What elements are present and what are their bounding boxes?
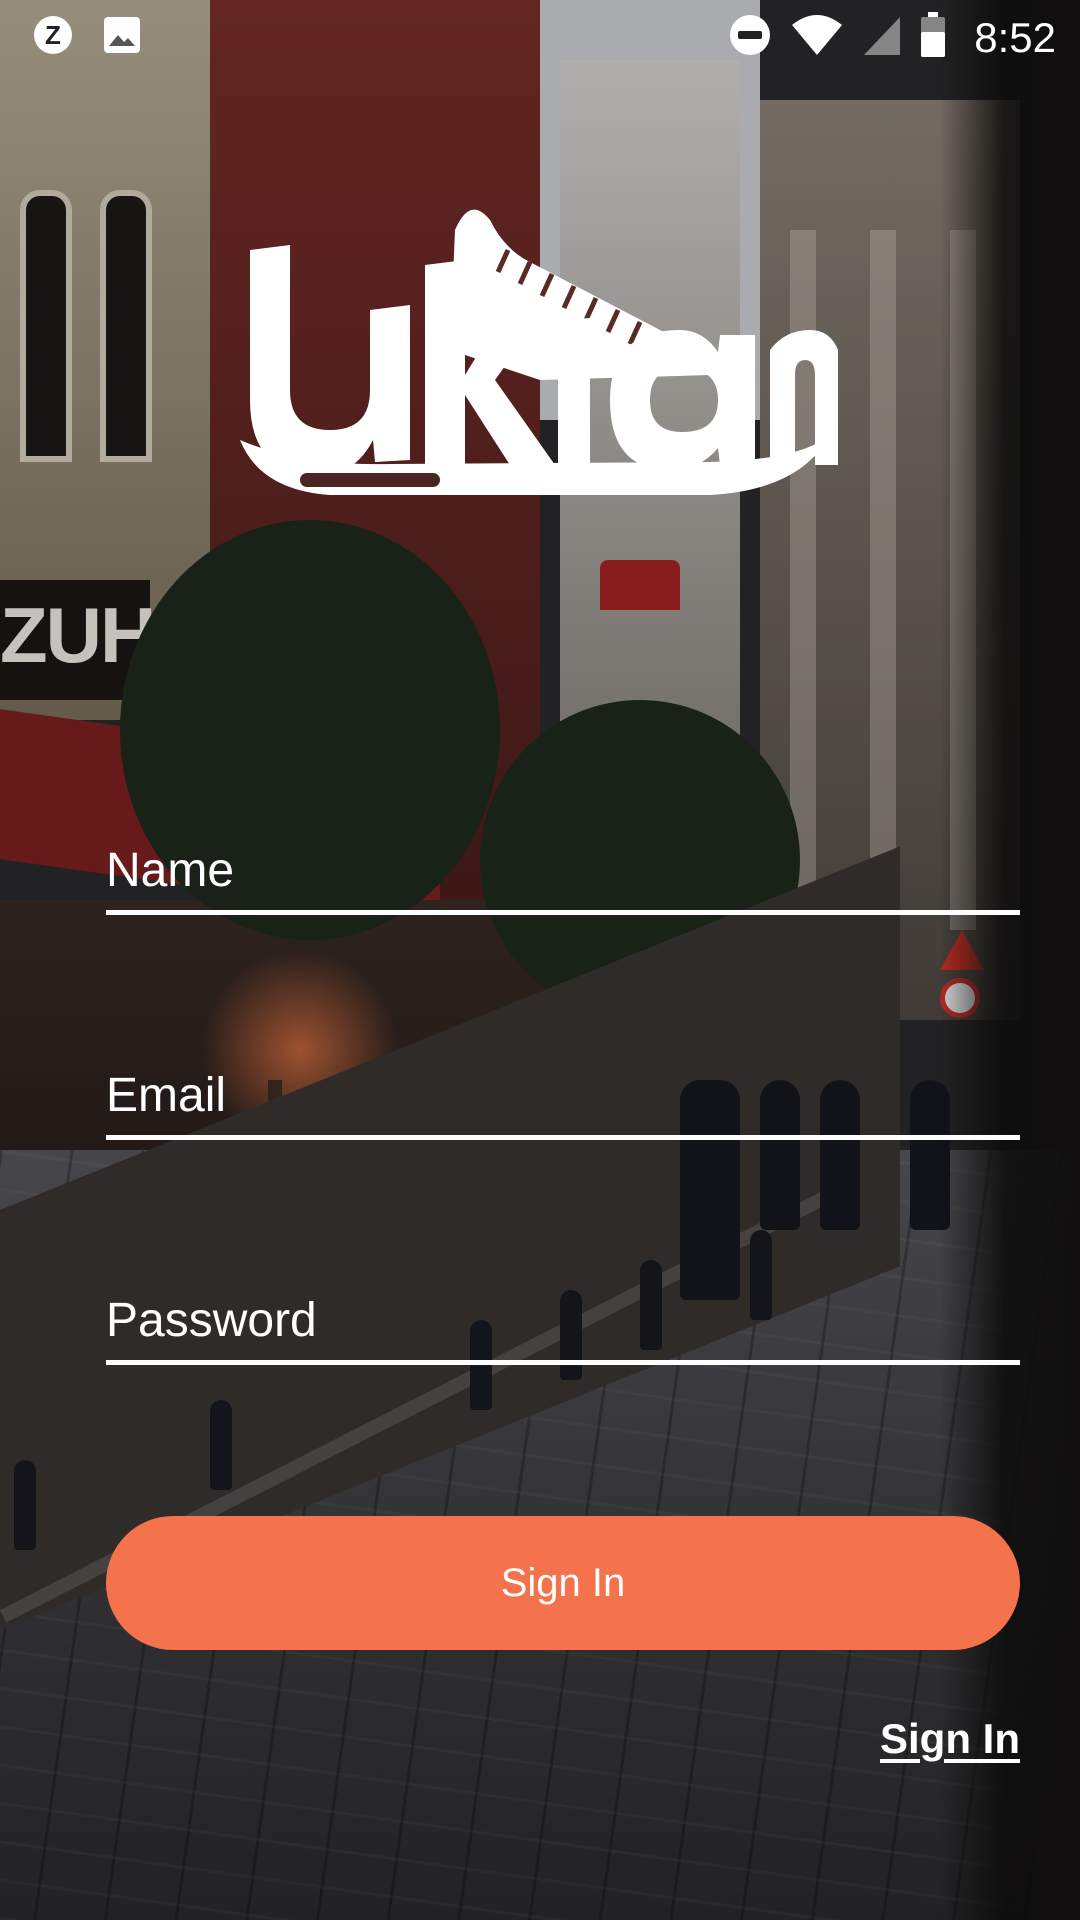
password-field-container xyxy=(106,1265,1020,1365)
sign-in-link[interactable]: Sign In xyxy=(880,1715,1020,1763)
status-bar: Z 8:52 xyxy=(0,0,1080,72)
email-field-container xyxy=(106,1040,1020,1140)
wifi-icon xyxy=(790,13,844,62)
uklam-logo xyxy=(240,190,840,520)
do-not-disturb-icon xyxy=(728,13,772,62)
cellular-signal-icon xyxy=(862,13,902,62)
battery-icon xyxy=(920,12,946,63)
password-input[interactable] xyxy=(106,1293,1020,1348)
z-app-icon: Z xyxy=(34,16,72,54)
name-field-container xyxy=(106,815,1020,915)
sign-in-button[interactable]: Sign In xyxy=(106,1516,1020,1650)
email-input[interactable] xyxy=(106,1068,1020,1123)
name-input[interactable] xyxy=(106,843,1020,898)
clock: 8:52 xyxy=(974,13,1056,61)
image-icon xyxy=(102,15,142,55)
